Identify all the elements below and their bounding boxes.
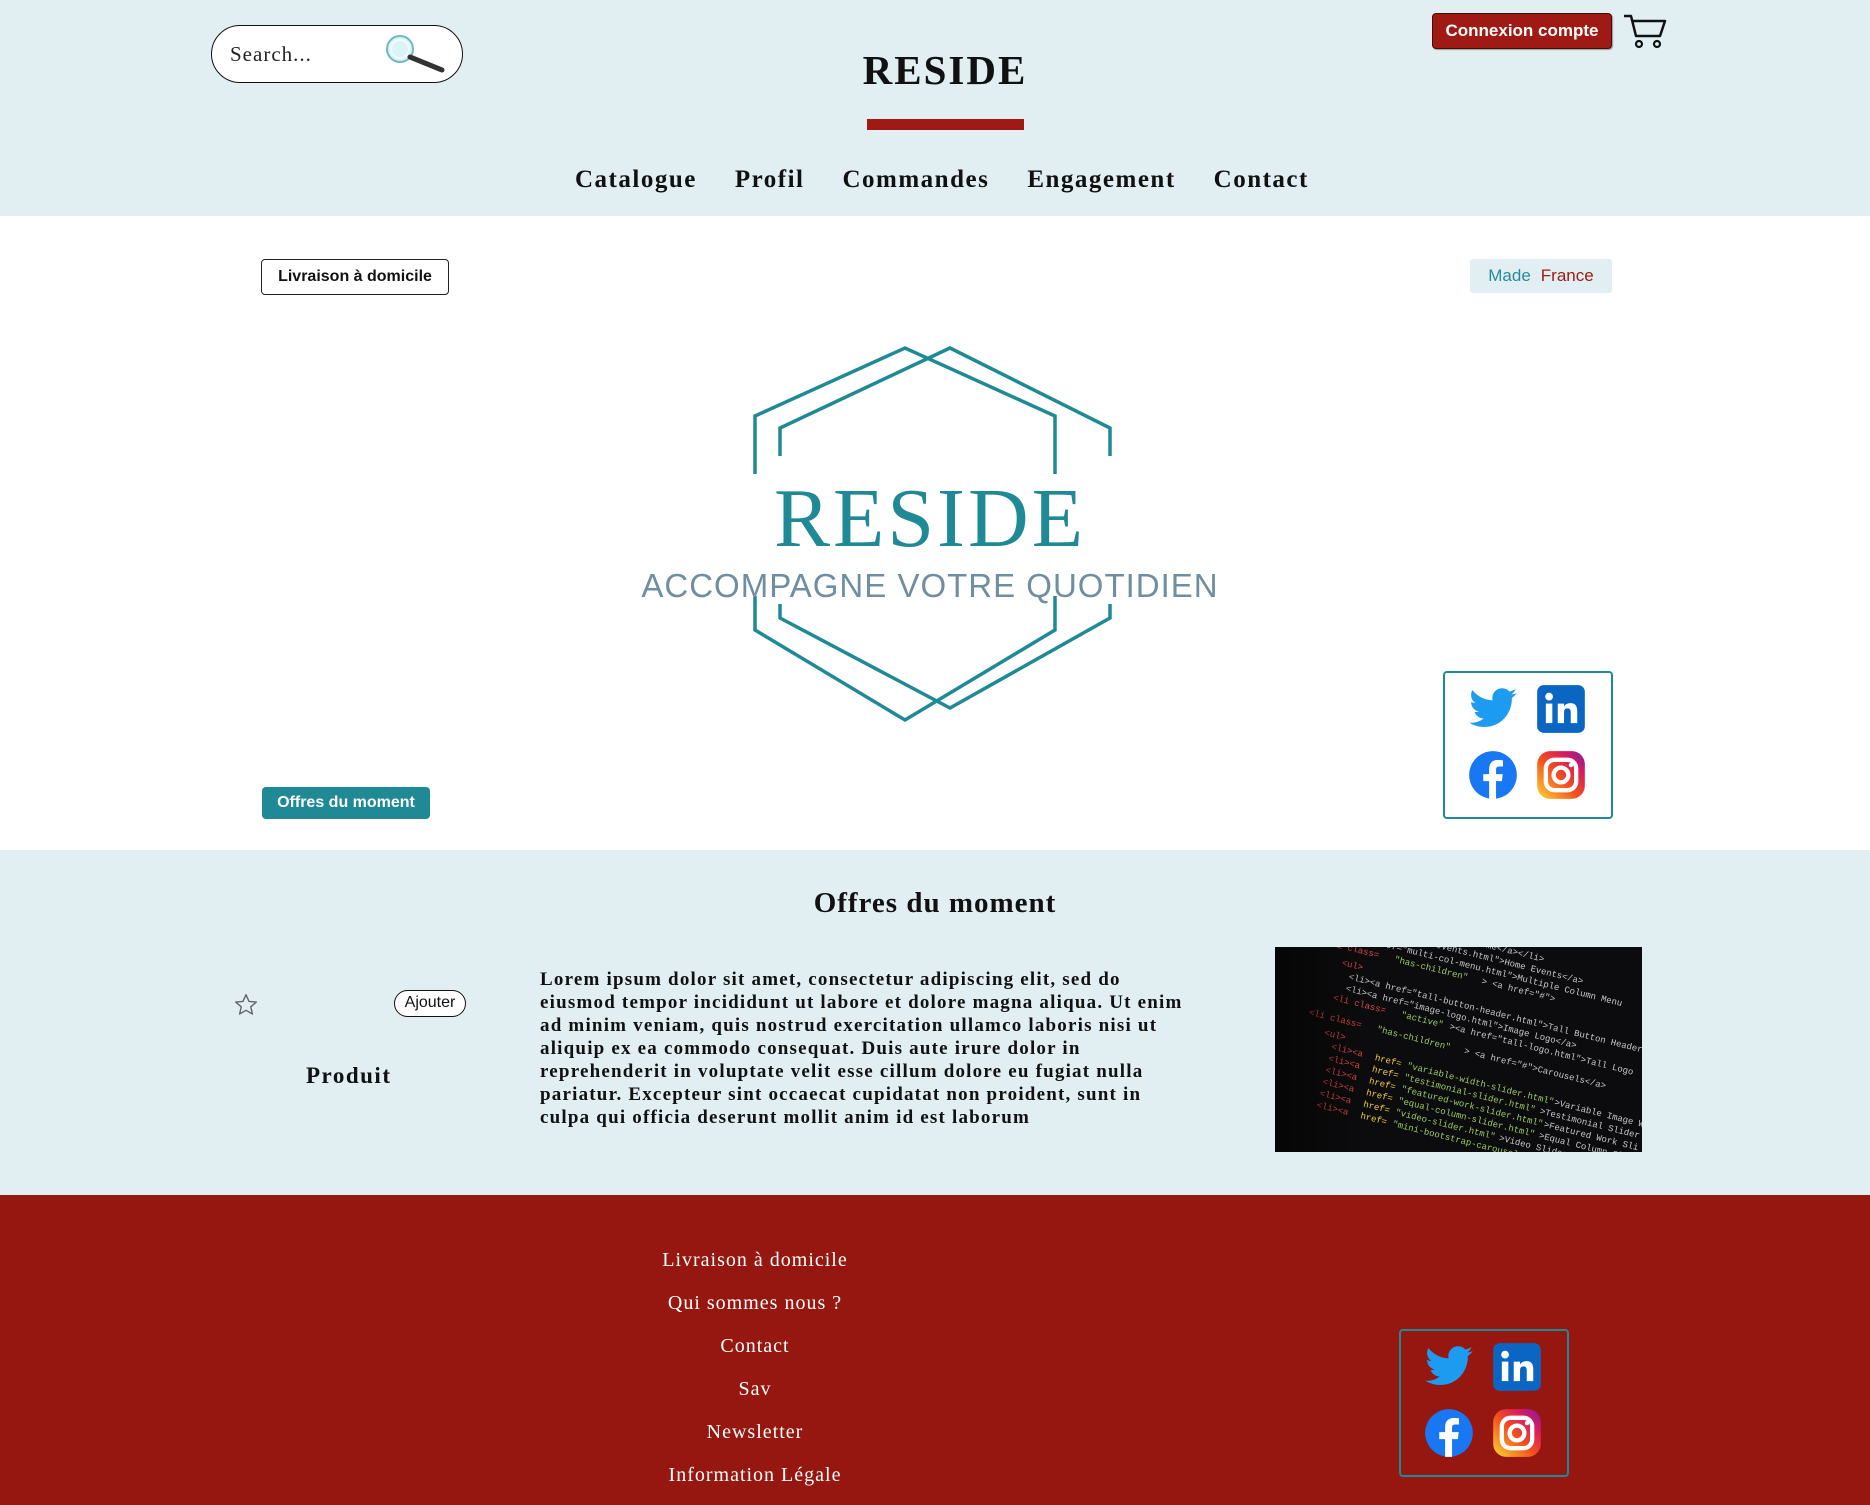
logo-title: RESIDE <box>774 472 1086 565</box>
offers-title: Offres du moment <box>813 887 1057 919</box>
twitter-icon[interactable] <box>1467 683 1519 735</box>
product-label: Produit <box>306 1063 392 1088</box>
site-title[interactable]: RESIDE <box>0 46 1870 94</box>
instagram-icon[interactable] <box>1491 1407 1543 1459</box>
made-in-france-badge: Made France <box>1470 259 1612 293</box>
instagram-icon[interactable] <box>1535 749 1587 801</box>
site-header: RESIDE Connexion compte Catalogue Profil… <box>0 0 1870 216</box>
footer-link-sav[interactable]: Sav <box>555 1368 955 1411</box>
footer-link-livraison[interactable]: Livraison à domicile <box>555 1239 955 1282</box>
footer-link-contact[interactable]: Contact <box>555 1325 955 1368</box>
nav-engagement[interactable]: Engagement <box>1027 166 1175 194</box>
offers-section: Offres du moment Ajouter Produit Lorem i… <box>0 850 1870 1195</box>
nav-commandes[interactable]: Commandes <box>842 166 989 194</box>
reside-logo: RESIDE ACCOMPAGNE VOTRE QUOTIDIEN <box>641 346 1218 723</box>
site-footer: Livraison à domicile Qui sommes nous ? C… <box>0 1195 1870 1505</box>
delivery-badge[interactable]: Livraison à domicile <box>261 259 449 295</box>
twitter-icon[interactable] <box>1423 1341 1475 1393</box>
facebook-icon[interactable] <box>1423 1407 1475 1459</box>
offer-description: Lorem ipsum dolor sit amet, consectetur … <box>540 969 1183 1128</box>
nav-contact[interactable]: Contact <box>1214 166 1309 194</box>
star-icon[interactable] <box>233 992 259 1018</box>
france-word: France <box>1540 266 1594 285</box>
facebook-icon[interactable] <box>1467 749 1519 801</box>
footer-links: Livraison à domicile Qui sommes nous ? C… <box>555 1239 955 1497</box>
made-word: Made <box>1488 266 1531 285</box>
linkedin-icon[interactable] <box>1535 683 1587 735</box>
cart-icon[interactable] <box>1622 12 1668 50</box>
nav-profil[interactable]: Profil <box>735 166 805 194</box>
main-nav: Catalogue Profil Commandes Engagement Co… <box>575 166 1309 194</box>
social-links-hero <box>1443 671 1613 819</box>
title-underline <box>867 119 1024 130</box>
hero-section: Livraison à domicile Made France RESIDE A… <box>0 216 1870 850</box>
social-links-footer <box>1399 1329 1569 1477</box>
offers-button[interactable]: Offres du moment <box>262 787 430 819</box>
linkedin-icon[interactable] <box>1491 1341 1543 1393</box>
code-image: <li><a href="index.html">Home</a></li> <… <box>1275 947 1642 1152</box>
login-button[interactable]: Connexion compte <box>1432 13 1612 49</box>
logo-tagline: ACCOMPAGNE VOTRE QUOTIDIEN <box>641 567 1218 604</box>
footer-link-about[interactable]: Qui sommes nous ? <box>555 1282 955 1325</box>
footer-link-legal[interactable]: Information Légale <box>555 1454 955 1497</box>
footer-link-newsletter[interactable]: Newsletter <box>555 1411 955 1454</box>
nav-catalogue[interactable]: Catalogue <box>575 166 697 194</box>
add-button[interactable]: Ajouter <box>394 990 466 1017</box>
